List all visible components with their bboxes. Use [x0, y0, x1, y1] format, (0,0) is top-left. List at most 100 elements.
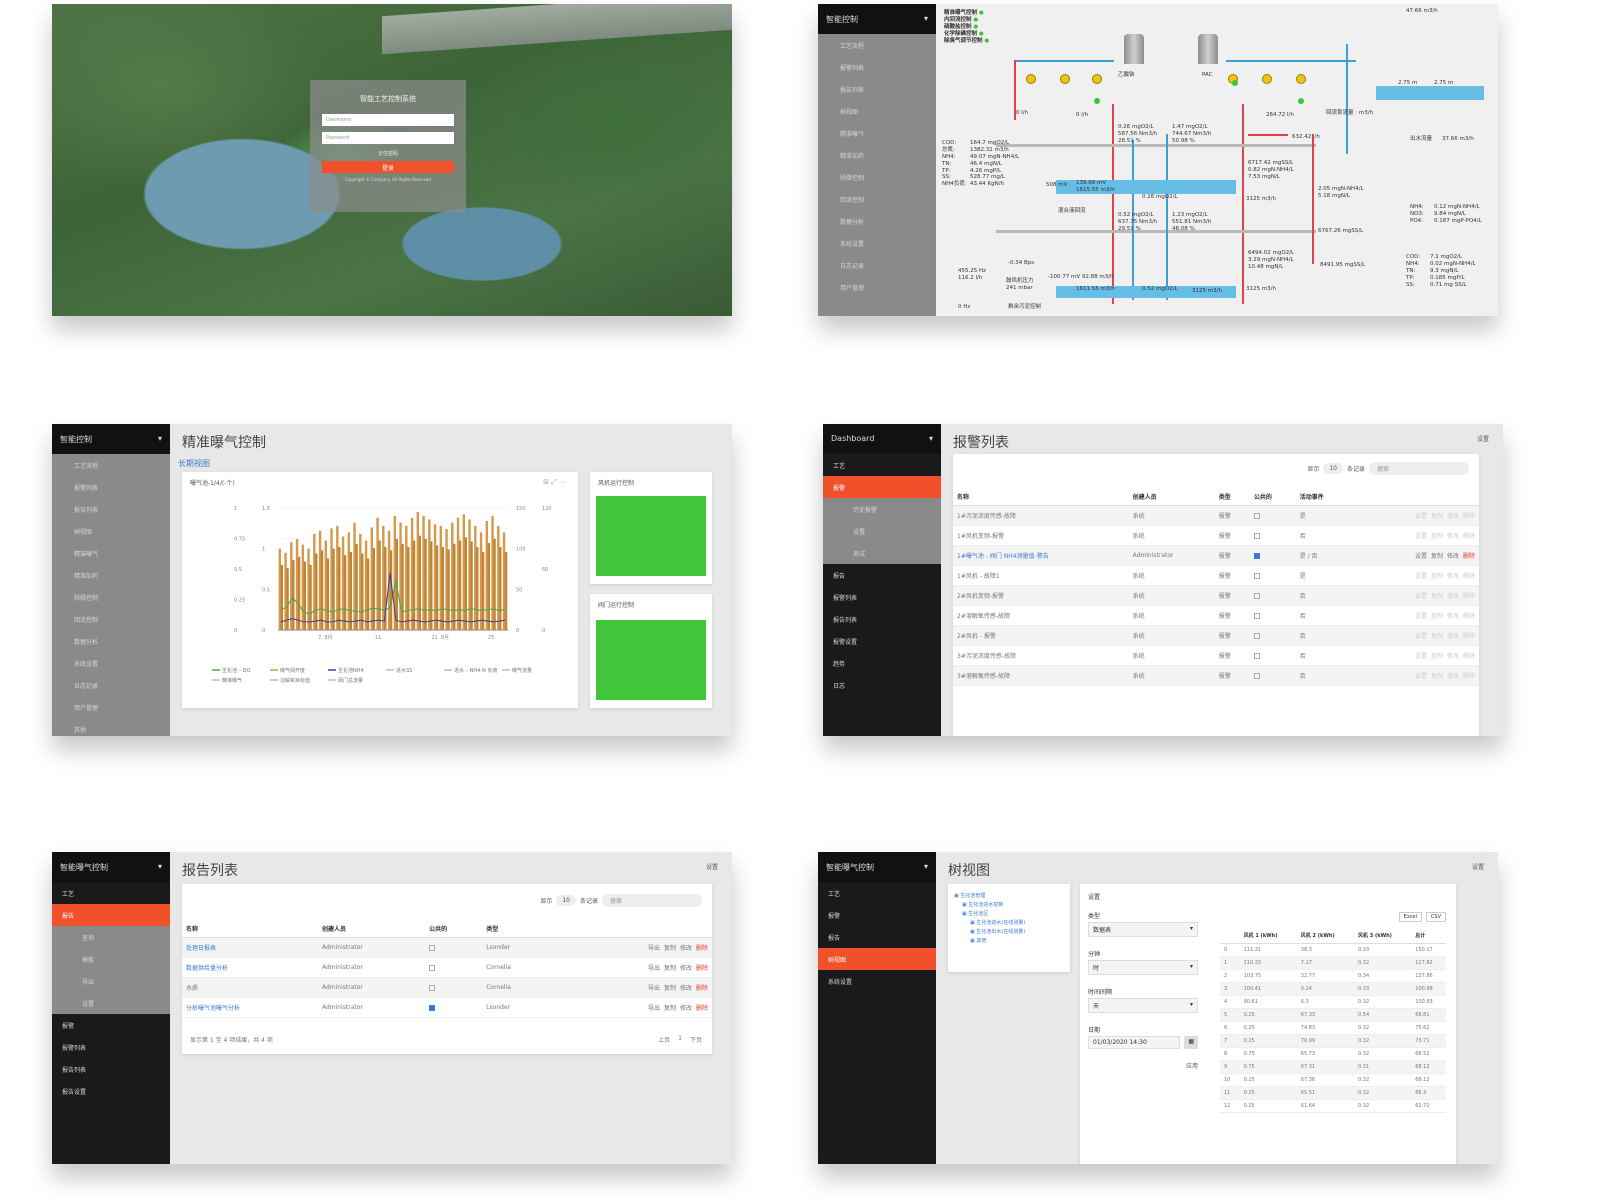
public-checkbox[interactable]	[1253, 632, 1260, 639]
alarm-name[interactable]: 2#风机变频-报警	[953, 585, 1129, 606]
sidebar-item[interactable]: 趋势	[823, 652, 941, 674]
password-input[interactable]: Password	[322, 132, 454, 144]
row-action-button[interactable]: 修改	[680, 945, 692, 952]
sidebar-item[interactable]: 其他	[52, 718, 170, 736]
type-select[interactable]: 数据表 ▾	[1088, 922, 1198, 937]
search-input[interactable]: 搜索	[1369, 462, 1469, 475]
tree-node[interactable]: ▣ 生化池进水控制	[954, 901, 1064, 908]
alarm-name[interactable]: 1#污泥浓度传感-故障	[953, 505, 1129, 526]
row-action-button[interactable]: 删除	[696, 1005, 708, 1012]
sidebar-item[interactable]: 日志记录	[52, 674, 170, 696]
row-action-button[interactable]: 复制	[1431, 573, 1443, 580]
sidebar-subitem[interactable]: 查询	[52, 926, 170, 948]
row-action-button[interactable]: 复制	[1431, 513, 1443, 520]
sidebar-item[interactable]: 报警设置	[823, 630, 941, 652]
row-action-button[interactable]: 删除	[1463, 553, 1475, 560]
column-header[interactable]: 类型	[1214, 488, 1250, 506]
sidebar-subitem[interactable]: 设置	[823, 520, 941, 542]
table-row[interactable]: 处理日报表 Administrator Lsonder 导出 复制 修改 删除	[182, 937, 712, 958]
alarm-name[interactable]: 1#曝气池 - 阀门 NH4测量值-警告	[953, 545, 1129, 566]
table-row[interactable]: 3#污泥浓度传感-故障 系统 报警否设置 复制 修改 删除	[953, 645, 1479, 666]
row-action-button[interactable]: 设置	[1415, 673, 1427, 680]
row-action-button[interactable]: 复制	[1431, 613, 1443, 620]
public-checkbox[interactable]	[1253, 592, 1260, 599]
row-action-button[interactable]: 修改	[1447, 613, 1459, 620]
row-action-button[interactable]: 复制	[1431, 593, 1443, 600]
pump-icon[interactable]	[1092, 74, 1102, 84]
row-action-button[interactable]: 复制	[1431, 533, 1443, 540]
sidebar-item[interactable]: 用户管理	[52, 696, 170, 718]
table-row[interactable]: 1#风机 - 故障1 系统 报警是设置 复制 修改 删除	[953, 565, 1479, 586]
sidebar-subitem[interactable]: 历史报警	[823, 498, 941, 520]
public-checkbox[interactable]	[1253, 572, 1260, 579]
sidebar-header[interactable]: 智能曝气控制 ▾	[52, 852, 170, 882]
sidebar-subitem[interactable]: 模板	[52, 948, 170, 970]
row-action-button[interactable]: 复制	[664, 985, 676, 992]
alarm-name[interactable]: 3#污泥浓度传感-故障	[953, 645, 1129, 666]
excel-button[interactable]: Excel	[1398, 912, 1422, 922]
page-size-select[interactable]: 10	[556, 895, 576, 906]
sidebar-item[interactable]: 日志	[823, 674, 941, 696]
calendar-icon[interactable]: ▦	[1184, 1036, 1198, 1049]
sidebar-item[interactable]: 报警	[818, 904, 936, 926]
public-checkbox[interactable]	[1253, 652, 1260, 659]
pump-icon[interactable]	[1026, 74, 1036, 84]
row-action-button[interactable]: 复制	[664, 965, 676, 972]
pump-icon[interactable]	[1060, 74, 1070, 84]
table-row[interactable]: 1#曝气池 - 阀门 NH4测量值-警告 Administrator 报警 是 / 否…	[953, 545, 1479, 566]
row-action-button[interactable]: 设置	[1415, 533, 1427, 540]
column-header[interactable]: 创建人员	[317, 920, 426, 938]
row-action-button[interactable]: 导出	[648, 965, 660, 972]
row-action-button[interactable]: 删除	[1463, 533, 1475, 540]
row-action-button[interactable]: 删除	[1463, 593, 1475, 600]
sidebar-item[interactable]: 回流控制	[818, 188, 936, 210]
sidebar-item[interactable]: 日志记录	[818, 254, 936, 276]
table-row[interactable]: 数据供给量分析 Administrator Cornelia 导出 复制 修改 删除	[182, 957, 712, 978]
row-action-button[interactable]: 复制	[664, 1005, 676, 1012]
row-action-button[interactable]: 修改	[1447, 533, 1459, 540]
pagination-button[interactable]: 1	[678, 1035, 682, 1044]
row-action-button[interactable]: 修改	[1447, 553, 1459, 560]
table-row[interactable]: 1#风机变频-报警 系统 报警否设置 复制 修改 删除	[953, 525, 1479, 546]
row-action-button[interactable]: 导出	[648, 985, 660, 992]
row-action-button[interactable]: 修改	[680, 1005, 692, 1012]
sidebar-header[interactable]: 智能曝气控制 ▾	[818, 852, 936, 882]
search-input[interactable]: 搜索	[602, 894, 702, 907]
settings-link[interactable]: 设置	[1472, 862, 1484, 871]
table-row[interactable]: 水质 Administrator Cornelia 导出 复制 修改 删除	[182, 977, 712, 998]
sidebar-item[interactable]: 回流控制	[52, 608, 170, 630]
row-action-button[interactable]: 复制	[1431, 673, 1443, 680]
public-checkbox[interactable]	[1253, 612, 1260, 619]
row-action-button[interactable]: 修改	[1447, 653, 1459, 660]
sidebar-item[interactable]: 系统设置	[818, 970, 936, 992]
sidebar-item[interactable]: 精准曝气	[52, 542, 170, 564]
sidebar-item[interactable]: 数据分析	[818, 210, 936, 232]
public-checkbox[interactable]	[429, 944, 436, 951]
settings-link[interactable]: 设置	[706, 862, 718, 871]
row-action-button[interactable]: 设置	[1415, 593, 1427, 600]
sidebar-subitem[interactable]: 测试	[823, 542, 941, 564]
sidebar-item[interactable]: 报警列表	[823, 586, 941, 608]
public-checkbox[interactable]	[429, 1004, 436, 1011]
row-action-button[interactable]: 设置	[1415, 513, 1427, 520]
sidebar-item[interactable]: 报警列表	[818, 56, 936, 78]
column-header[interactable]: 创建人员	[1128, 488, 1215, 506]
report-name[interactable]: 水质	[182, 977, 318, 998]
row-action-button[interactable]: 设置	[1415, 613, 1427, 620]
alarm-name[interactable]: 3#溶解氧传感-故障	[953, 665, 1129, 686]
row-action-button[interactable]: 修改	[1447, 633, 1459, 640]
row-action-button[interactable]: 修改	[680, 965, 692, 972]
tree-node[interactable]: ▣ 生化池进水(在线测量)	[954, 919, 1064, 926]
sidebar-subitem[interactable]: 导出	[52, 970, 170, 992]
sidebar-item[interactable]: 报警	[52, 1014, 170, 1036]
pump-icon[interactable]	[1296, 74, 1306, 84]
sidebar-item[interactable]: 树视图	[818, 100, 936, 122]
row-action-button[interactable]: 删除	[1463, 573, 1475, 580]
public-checkbox[interactable]	[1253, 552, 1260, 559]
sidebar-header[interactable]: Dashboard ▾	[823, 424, 941, 454]
pagination-button[interactable]: 下页	[690, 1035, 702, 1044]
row-action-button[interactable]: 删除	[696, 965, 708, 972]
table-row[interactable]: 3#溶解氧传感-故障 系统 报警否设置 复制 修改 删除	[953, 665, 1479, 686]
row-action-button[interactable]: 删除	[1463, 653, 1475, 660]
tree-node[interactable]: ▣ 生化池管理	[954, 892, 1064, 899]
